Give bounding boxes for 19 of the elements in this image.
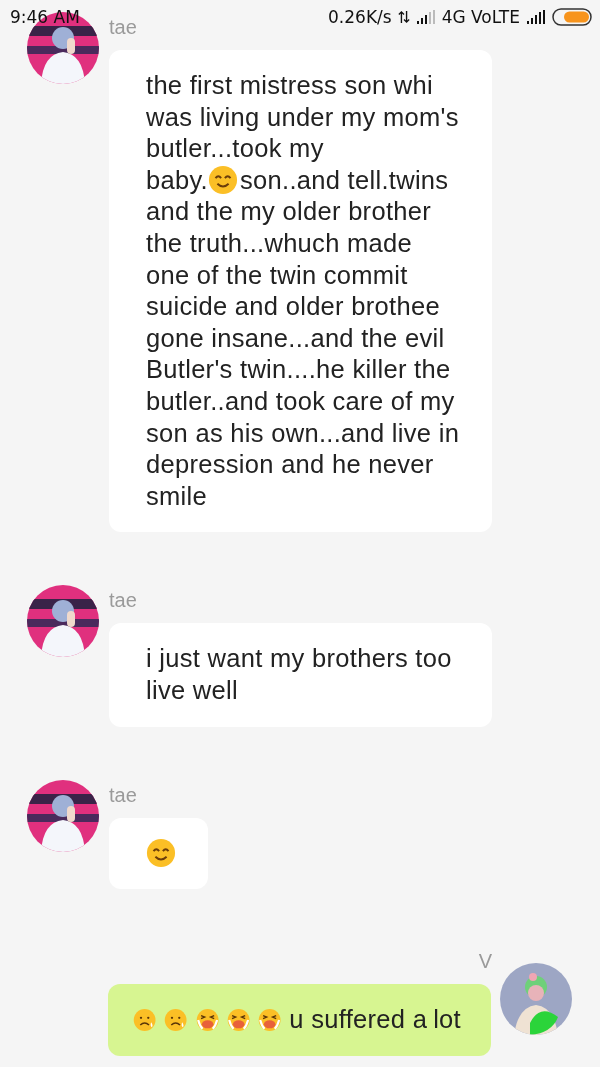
sender-name: tae (109, 15, 137, 39)
smiling-face-icon (208, 164, 238, 195)
message-text: baby. (146, 165, 208, 194)
network-speed: 0.26K/s (328, 7, 392, 27)
sender-name: tae (109, 588, 137, 613)
status-time: 9:46 AM (10, 7, 80, 27)
message-text: son..and tell.twins (240, 165, 449, 194)
sender-name: V (478, 949, 492, 974)
message-text: i just want my brothers too live well (146, 643, 453, 706)
message-text: lot (433, 1004, 461, 1036)
signal-icon (526, 9, 546, 25)
data-arrows-icon (397, 9, 410, 25)
message-text: u suffered a (289, 1004, 428, 1036)
signal-icon (415, 9, 436, 25)
network-type: 4G VoLTE (441, 7, 520, 27)
battery-icon (552, 8, 592, 26)
smiling-face-icon (146, 837, 176, 868)
sender-name: tae (109, 782, 137, 807)
message-text: and the my older brother the truth...whuch made one of the twin commit suicide and older brothee gone insane...and the evil Butler's twin....he killer the butler..and took care of my son as his own...and live in depression and he never smile (146, 196, 461, 512)
